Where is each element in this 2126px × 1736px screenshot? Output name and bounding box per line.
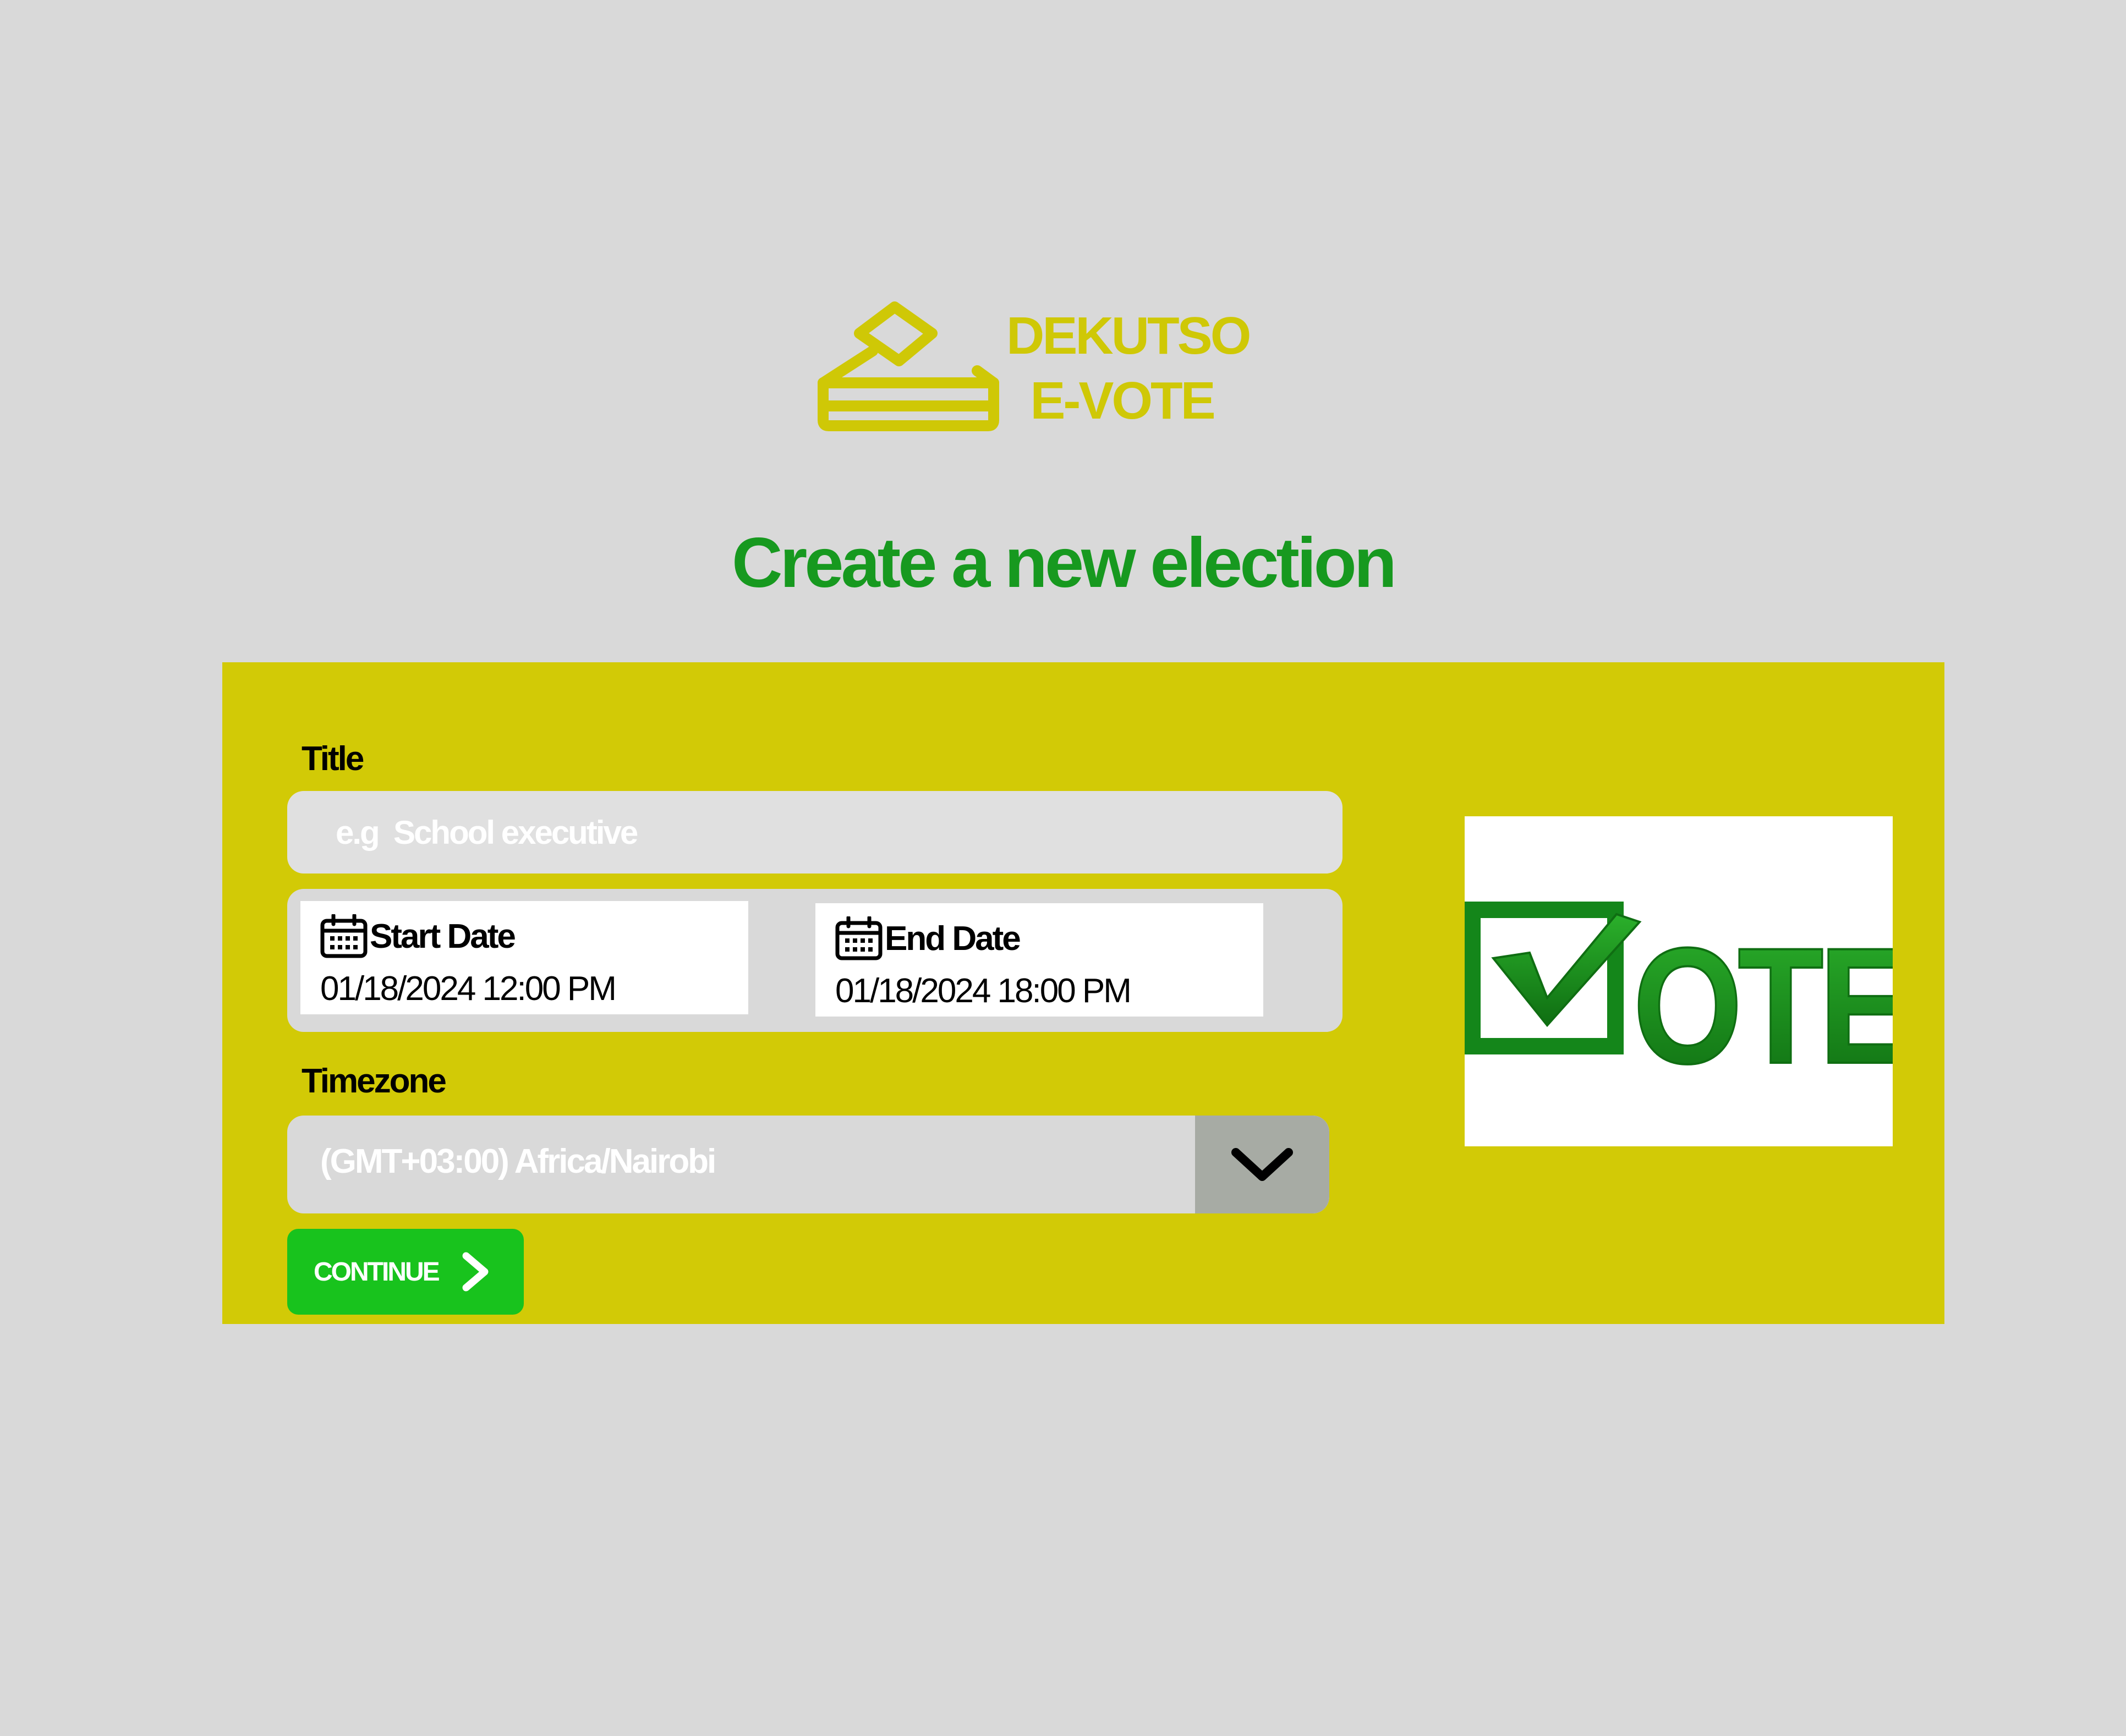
title-label: Title [302,740,364,778]
timezone-select[interactable]: (GMT+03:00) Africa/Nairobi [287,1116,1329,1213]
chevron-down-icon [1231,1148,1293,1181]
checkbox-check-icon [1465,902,1642,1054]
timezone-label: Timezone [302,1062,447,1100]
vote-word: OTE [1633,913,1893,1098]
title-input[interactable] [287,791,1343,874]
vote-illustration: OTE [1465,816,1893,1146]
chevron-right-icon [462,1252,489,1292]
timezone-dropdown-toggle[interactable] [1195,1116,1329,1213]
end-date-header: End Date [834,916,1021,960]
ballot-box-icon [818,301,999,431]
start-date-header: Start Date [319,914,516,958]
page-title: Create a new election [732,524,1397,602]
start-date-label: Start Date [370,917,516,955]
brand-name-line2: E-VOTE [1030,371,1215,430]
date-range-group: Start Date 01/18/2024 12:00 PM End Date [287,889,1343,1032]
continue-label: CONTINUE [314,1257,440,1287]
calendar-icon [835,916,883,960]
end-date-field[interactable]: End Date 01/18/2024 18:00 PM [815,903,1263,1017]
start-date-field[interactable]: Start Date 01/18/2024 12:00 PM [300,901,748,1014]
calendar-icon [320,914,368,958]
timezone-value: (GMT+03:00) Africa/Nairobi [320,1142,716,1180]
start-date-value[interactable]: 01/18/2024 12:00 PM [320,969,617,1008]
brand-name-line1: DEKUTSO [1006,306,1251,365]
end-date-label: End Date [885,919,1021,958]
continue-button[interactable]: CONTINUE [287,1229,524,1315]
brand-name: DEKUTSO E-VOTE [1006,304,1251,433]
vote-graphic: OTE [1465,902,1893,1099]
election-form-panel: Title Start Date 01/18/2024 12:00 PM [222,662,1944,1324]
brand-header: DEKUTSO E-VOTE [817,300,1251,433]
end-date-value[interactable]: 01/18/2024 18:00 PM [835,971,1132,1010]
